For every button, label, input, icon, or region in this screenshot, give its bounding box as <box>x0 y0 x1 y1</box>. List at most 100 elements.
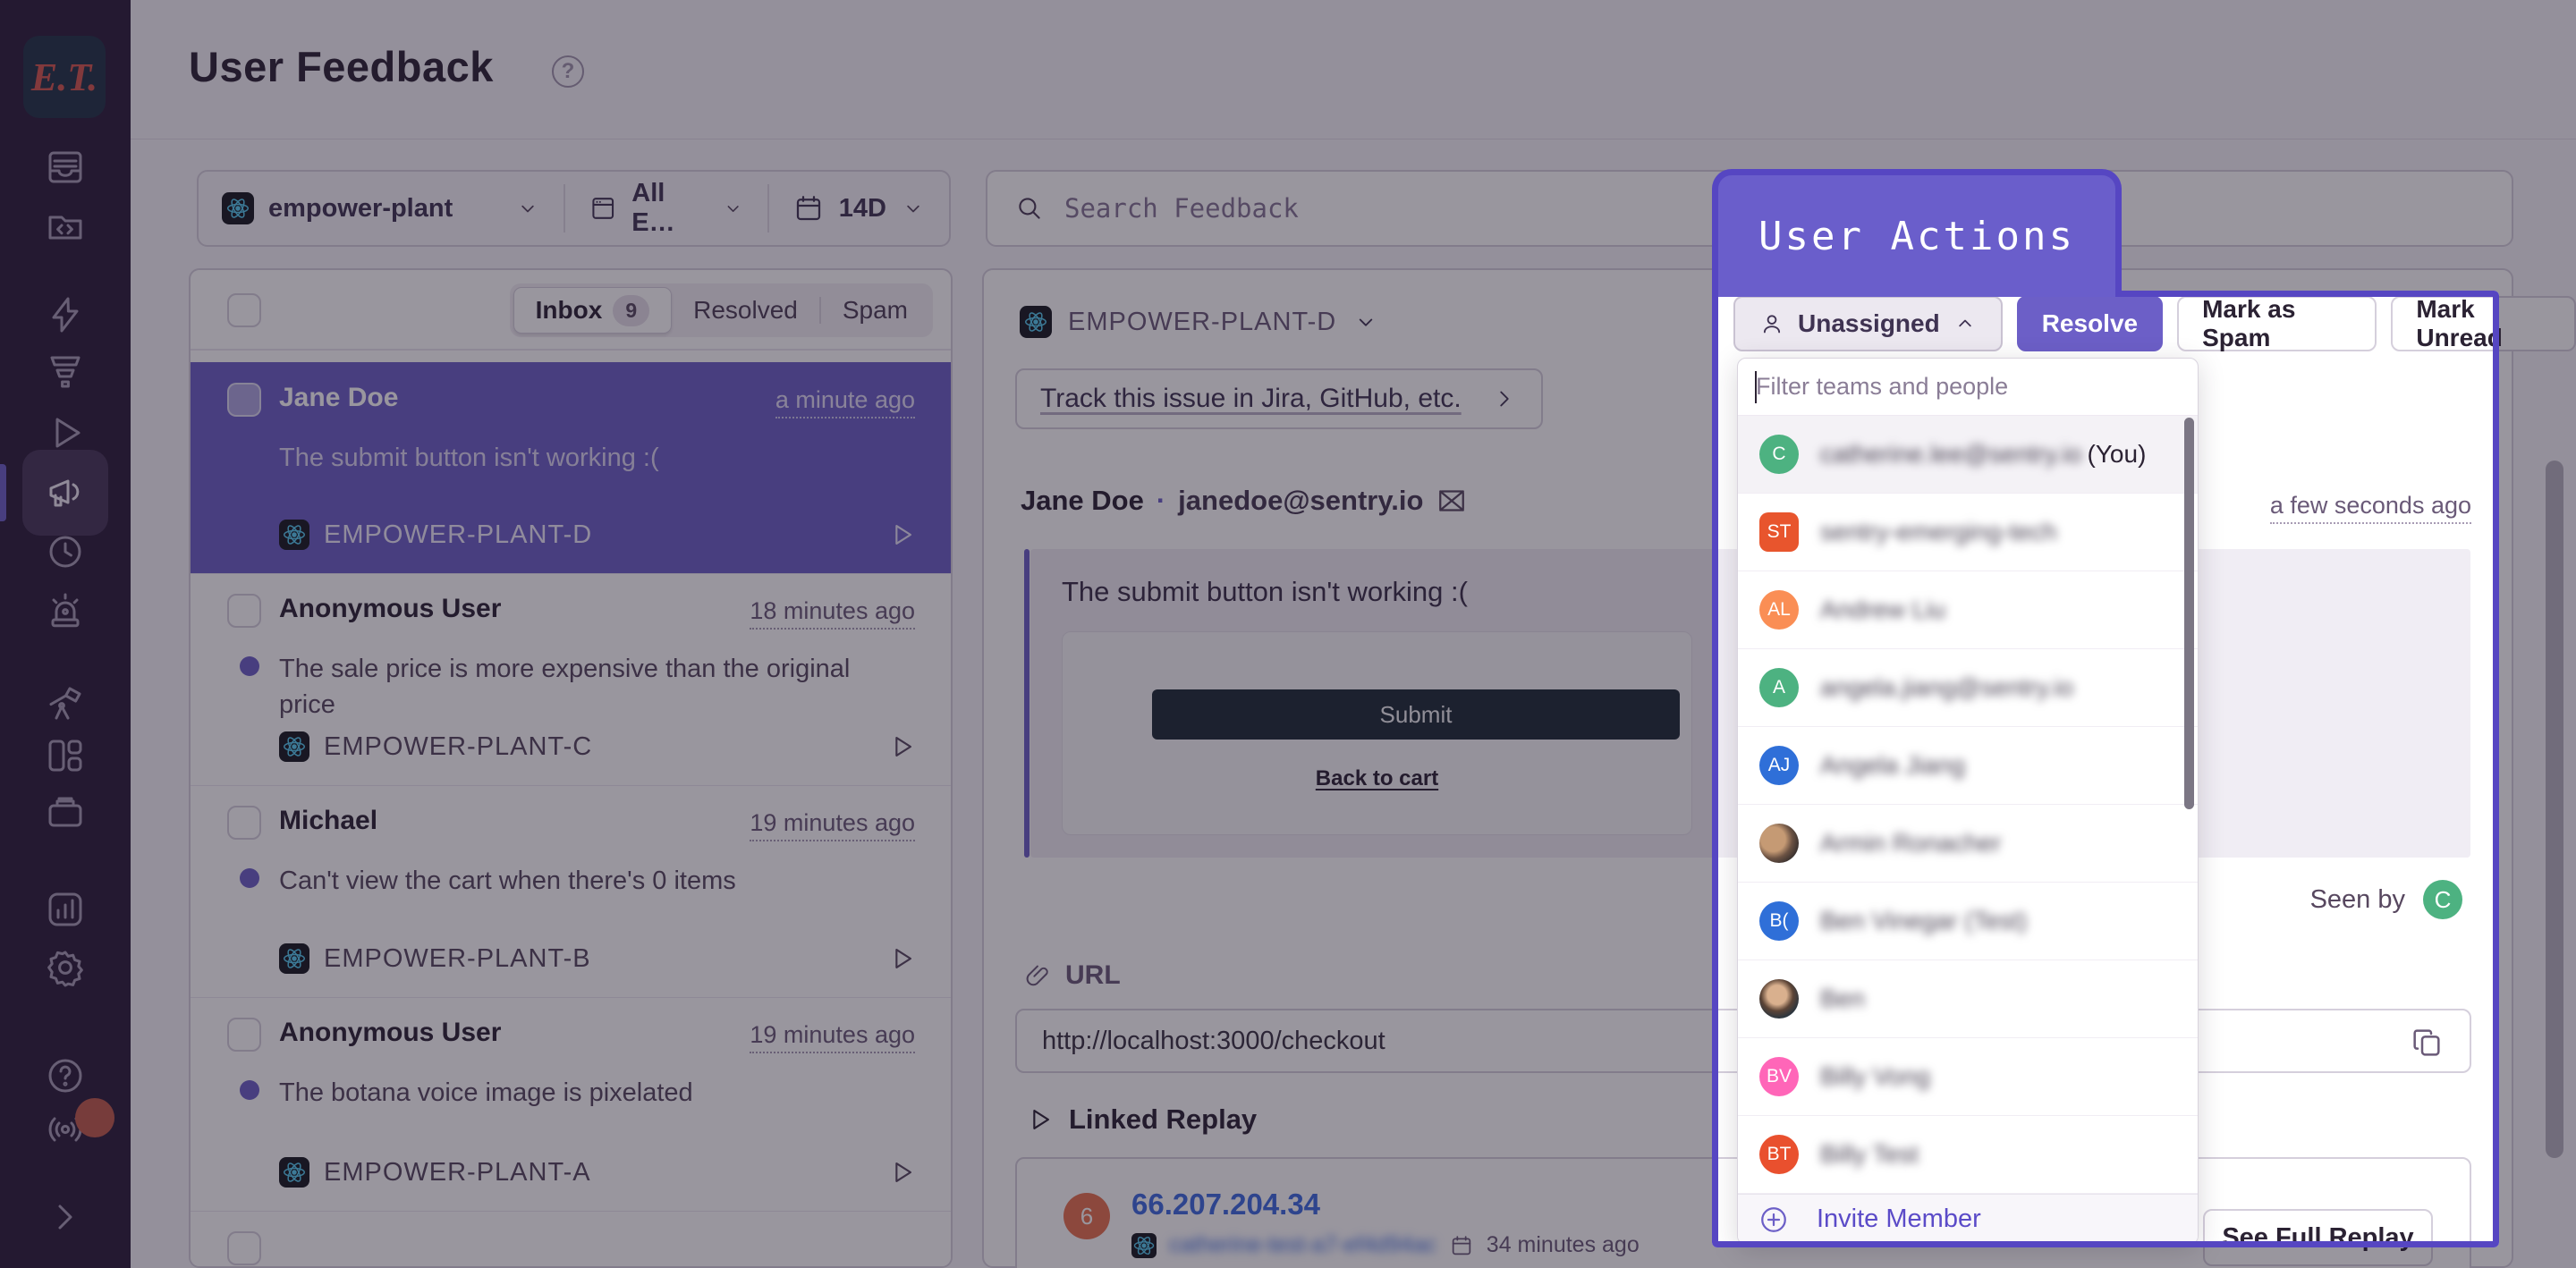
alerts-icon[interactable] <box>44 589 87 632</box>
feedback-item[interactable] <box>191 1211 951 1268</box>
page-scrollbar[interactable] <box>2546 461 2563 1158</box>
detail-timestamp[interactable]: a few seconds ago <box>2270 492 2471 524</box>
feedback-time: a minute ago <box>775 386 915 418</box>
resolve-button[interactable]: Resolve <box>2017 296 2163 351</box>
tab-resolved-label: Resolved <box>693 296 798 325</box>
page-help-icon[interactable]: ? <box>552 55 584 88</box>
react-project-icon <box>279 731 309 762</box>
assignee-filter-row[interactable] <box>1738 359 2198 416</box>
settings-icon[interactable] <box>44 946 87 989</box>
member-you-suffix: (You) <box>2088 440 2147 468</box>
replay-meta: catherine-test-a7-ef4d94ac 34 minutes ag… <box>1131 1232 1640 1258</box>
collapse-icon[interactable] <box>44 1196 87 1238</box>
feedback-time: 18 minutes ago <box>750 597 915 630</box>
tab-inbox-label: Inbox <box>536 296 603 325</box>
tab-inbox[interactable]: Inbox 9 <box>513 287 672 334</box>
issues-icon[interactable] <box>44 146 87 189</box>
replay-play-icon[interactable] <box>886 943 917 974</box>
assignee-option[interactable]: AL Andrew Liu <box>1738 571 2198 649</box>
copy-icon[interactable] <box>2409 1025 2445 1061</box>
screenshot-attachment[interactable]: Submit Back to cart <box>1062 631 1692 835</box>
assignee-option[interactable]: Armin Ronacher <box>1738 805 2198 883</box>
assignee-option[interactable]: A angela.jiang@sentry.io <box>1738 649 2198 727</box>
track-issue-label: Track this issue in Jira, GitHub, etc. <box>1040 384 1462 414</box>
mark-unread-button[interactable]: Mark Unread <box>2391 296 2576 351</box>
assignee-option[interactable]: B( Ben Vinegar (Test) <box>1738 883 2198 960</box>
linked-replay-section[interactable]: Linked Replay <box>1024 1103 1257 1136</box>
url-section-label: URL <box>1024 960 1121 991</box>
dashboards-icon[interactable] <box>44 734 87 777</box>
invite-member-label: Invite Member <box>1817 1205 1981 1234</box>
discover-icon[interactable] <box>44 682 87 725</box>
assignee-option[interactable]: BV Billy Vong <box>1738 1038 2198 1116</box>
feedback-item[interactable]: Jane Doe a minute ago The submit button … <box>191 362 951 573</box>
assignee-dropdown-menu: C catherine.lee@sentry.io(You) ST sentry… <box>1737 358 2199 1245</box>
calendar-icon <box>1449 1233 1474 1258</box>
performance-icon[interactable] <box>44 293 87 336</box>
seen-by-avatar[interactable]: C <box>2423 880 2462 919</box>
page-title: User Feedback <box>189 42 494 91</box>
feedback-item[interactable]: Anonymous User 19 minutes ago The botana… <box>191 997 951 1211</box>
explore-icon[interactable] <box>44 350 87 393</box>
assignee-option[interactable]: BT Billy Test <box>1738 1116 2198 1194</box>
search-icon <box>1014 193 1045 224</box>
replay-play-icon[interactable] <box>886 731 917 762</box>
detail-project-dropdown[interactable]: EMPOWER-PLANT-D <box>1020 306 1379 338</box>
feedback-time: 19 minutes ago <box>750 1021 915 1053</box>
replay-ip-link[interactable]: 66.207.204.34 <box>1131 1188 1320 1222</box>
replay-id[interactable]: catherine-test-a7-ef4d94ac <box>1169 1232 1436 1258</box>
item-checkbox[interactable] <box>227 594 261 628</box>
screenshot-submit-button: Submit <box>1152 689 1680 740</box>
reporter-row: Jane Doe · janedoe@sentry.io <box>1021 485 1468 517</box>
assignee-option[interactable]: C catherine.lee@sentry.io(You) <box>1738 416 2198 494</box>
mail-icon[interactable] <box>1436 485 1468 517</box>
track-issue-button[interactable]: Track this issue in Jira, GitHub, etc. <box>1015 368 1543 429</box>
replay-play-icon[interactable] <box>886 520 917 550</box>
user-actions-row: Unassigned Resolve Mark as Spam Mark Unr… <box>1733 296 2576 351</box>
chevron-up-icon <box>1953 311 1978 336</box>
item-checkbox[interactable] <box>227 806 261 840</box>
see-full-replay-button[interactable]: See Full Replay <box>2203 1209 2433 1266</box>
mark-as-spam-button[interactable]: Mark as Spam <box>2177 296 2377 351</box>
member-name: sentry-emerging-tech <box>1820 518 2057 546</box>
assignee-dropdown-button[interactable]: Unassigned <box>1733 296 2003 351</box>
member-avatar: C <box>1759 435 1799 474</box>
help-icon[interactable] <box>44 1054 87 1097</box>
unread-dot <box>240 656 259 676</box>
replays-icon[interactable] <box>44 411 87 454</box>
crons-icon[interactable] <box>44 790 87 833</box>
quote-bar <box>1024 549 1030 858</box>
environment-filter[interactable]: All E… <box>565 172 767 245</box>
invite-member-button[interactable]: Invite Member <box>1738 1194 2198 1244</box>
assignee-option[interactable]: Ben <box>1738 960 2198 1038</box>
replay-play-icon[interactable] <box>886 1157 917 1188</box>
project-filter-label: empower-plant <box>268 194 453 224</box>
item-checkbox[interactable] <box>227 1231 261 1265</box>
projects-icon[interactable] <box>44 205 87 248</box>
feedback-icon[interactable] <box>44 471 87 514</box>
assignee-filter-input[interactable] <box>1756 373 2180 401</box>
project-slug: EMPOWER-PLANT-B <box>324 944 591 974</box>
project-filter[interactable]: empower-plant <box>199 172 564 245</box>
stats-icon[interactable] <box>44 888 87 931</box>
assignee-option[interactable]: ST sentry-emerging-tech <box>1738 494 2198 571</box>
chevron-right-icon <box>1491 385 1518 412</box>
mailbox-tabs: Inbox 9 Resolved Spam <box>510 283 933 337</box>
history-icon[interactable] <box>44 530 87 573</box>
date-filter[interactable]: 14D <box>769 172 949 245</box>
feedback-item[interactable]: Anonymous User 18 minutes ago The sale p… <box>191 573 951 785</box>
select-all-checkbox[interactable] <box>227 293 261 327</box>
url-value: http://localhost:3000/checkout <box>1042 1027 1385 1056</box>
assignee-option[interactable]: AJ Angela Jiang <box>1738 727 2198 805</box>
feedback-item[interactable]: Michael 19 minutes ago Can't view the ca… <box>191 785 951 997</box>
react-project-icon <box>1020 306 1052 338</box>
org-logo[interactable]: E.T. <box>23 36 106 118</box>
dropdown-scrollbar[interactable] <box>2184 418 2194 809</box>
feedback-project: EMPOWER-PLANT-B <box>279 943 591 974</box>
item-checkbox[interactable] <box>227 383 261 417</box>
feedback-list-panel: Inbox 9 Resolved Spam Jane Doe a minute … <box>189 268 953 1268</box>
tab-resolved[interactable]: Resolved <box>672 287 819 334</box>
assignee-person-icon <box>1758 310 1785 337</box>
tab-spam[interactable]: Spam <box>821 287 929 334</box>
item-checkbox[interactable] <box>227 1018 261 1052</box>
